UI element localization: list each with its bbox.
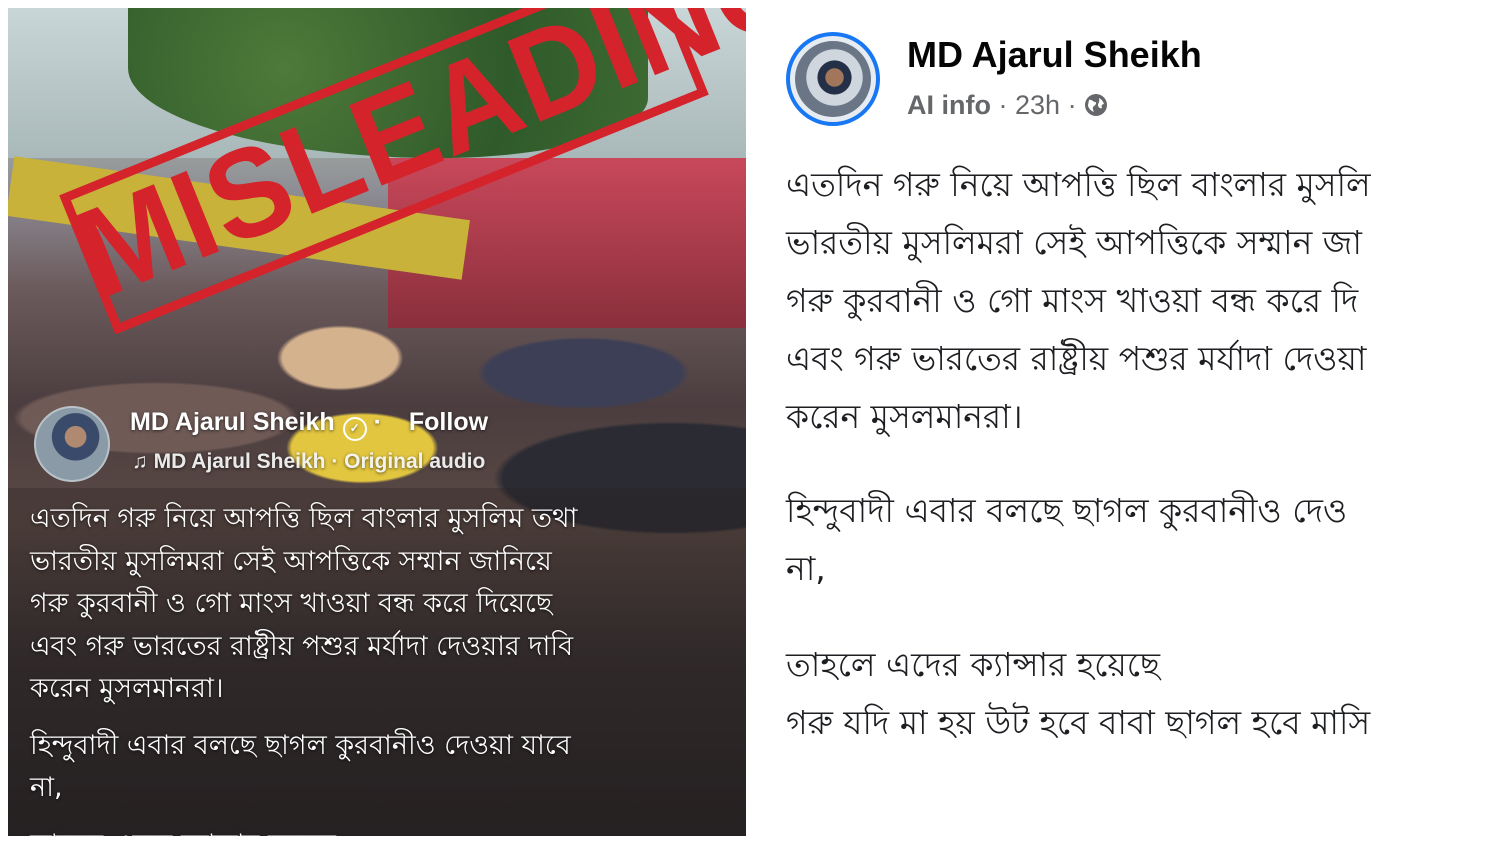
avatar[interactable] xyxy=(786,32,880,126)
post-author-name[interactable]: MD Ajarul Sheikh xyxy=(907,34,1202,76)
caption-line: না, xyxy=(30,772,63,803)
post-line: এবং গরু ভারতের রাষ্ট্রীয় পশুর মর্যাদা দ… xyxy=(786,339,1367,378)
post-line: ভারতীয় মুসলিমরা সেই আপত্তিকে সম্মান জা xyxy=(786,223,1362,262)
verified-icon: ✓ xyxy=(342,417,367,441)
globe-icon[interactable] xyxy=(1084,93,1108,117)
audio-label[interactable]: ♫ MD Ajarul Sheikh · Original audio xyxy=(132,450,485,474)
follow-button[interactable]: Follow xyxy=(409,408,488,436)
avatar[interactable] xyxy=(34,406,110,482)
caption-line: তাহলে এদের ক্যান্সার হয়েছে xyxy=(30,824,730,837)
video-author-name[interactable]: MD Ajarul Sheikh xyxy=(130,408,335,436)
caption-line: হিন্দুবাদী এবার বলছে ছাগল কুরবানীও দেওয়… xyxy=(30,729,571,761)
caption-line: এবং গরু ভারতের রাষ্ট্রীয় পশুর মর্যাদা দ… xyxy=(30,630,574,662)
video-author-row: MD Ajarul Sheikh ✓ · Follow xyxy=(130,408,488,441)
post-line: করেন মুসলমানরা। xyxy=(786,397,1023,436)
video-caption: এতদিন গরু নিয়ে আপত্তি ছিল বাংলার মুসলিম… xyxy=(30,498,730,836)
post-meta: AI info · 23h · xyxy=(907,90,1108,121)
post-timestamp[interactable]: 23h xyxy=(1015,90,1060,120)
post-line: গরু কুরবানী ও গো মাংস খাওয়া বন্ধ করে দি xyxy=(786,281,1359,320)
post-body: এতদিন গরু নিয়ে আপত্তি ছিল বাংলার মুসলি … xyxy=(786,156,1500,752)
post-line: না, xyxy=(786,549,826,588)
post-line: হিন্দুবাদী এবার বলছে ছাগল কুরবানীও দেও xyxy=(786,491,1348,530)
caption-line: করেন মুসলমানরা। xyxy=(30,673,224,704)
post-line: এতদিন গরু নিয়ে আপত্তি ছিল বাংলার মুসলি xyxy=(786,165,1371,204)
caption-line: গরু কুরবানী ও গো মাংস খাওয়া বন্ধ করে দি… xyxy=(30,588,553,619)
ai-info-link[interactable]: AI info xyxy=(907,90,991,120)
meta-separator: · xyxy=(1067,90,1077,120)
facebook-post: MD Ajarul Sheikh AI info · 23h · এতদিন গ… xyxy=(764,0,1500,844)
post-line: তাহলে এদের ক্যান্সার হয়েছে xyxy=(786,645,1161,684)
post-line: গরু যদি মা হয় উট হবে বাবা ছাগল হবে মাসি xyxy=(786,703,1371,742)
meta-separator: · xyxy=(998,90,1008,120)
video-screenshot: MD Ajarul Sheikh ✓ · Follow ♫ MD Ajarul S… xyxy=(8,8,746,836)
caption-line: এতদিন গরু নিয়ে আপত্তি ছিল বাংলার মুসলিম… xyxy=(30,503,578,534)
caption-line: ভারতীয় মুসলিমরা সেই আপত্তিকে সম্মান জান… xyxy=(30,545,552,577)
avatar-photo xyxy=(795,41,871,117)
video-post-header: MD Ajarul Sheikh ✓ · Follow ♫ MD Ajarul S… xyxy=(34,400,594,490)
